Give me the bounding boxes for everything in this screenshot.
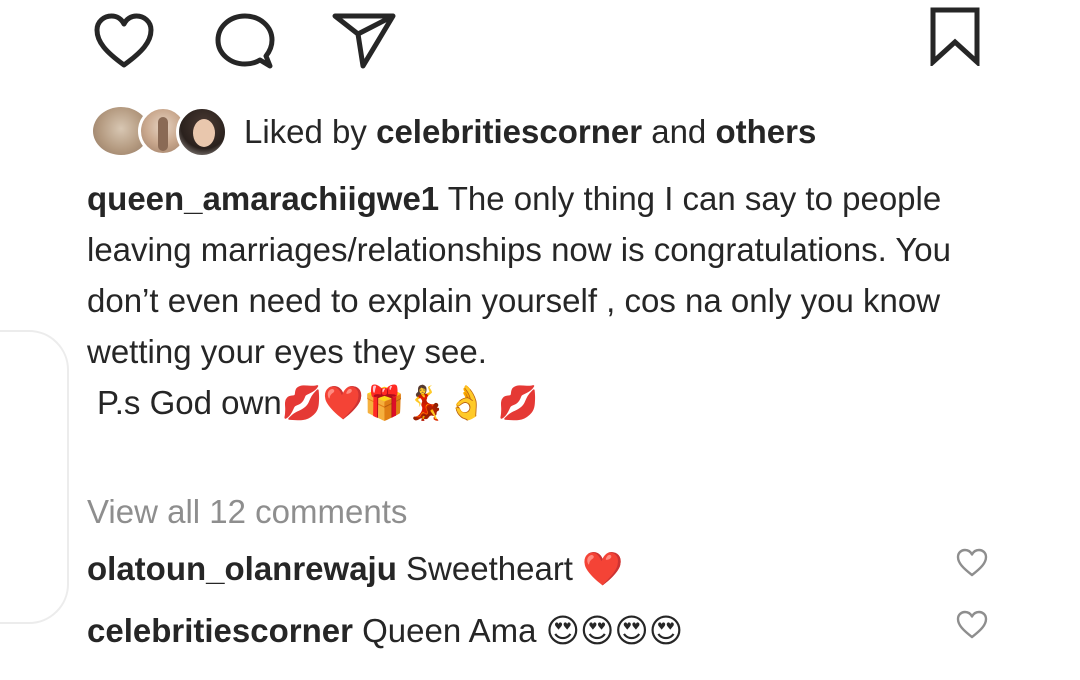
comment-row: olatoun_olanrewaju Sweetheart ❤️ [87,547,623,591]
comment-emoji: 😍😍😍😍 [545,611,684,650]
likes-summary[interactable]: Liked by celebritiescorner and others [90,104,816,160]
caption-ps-text: P.s God own [97,384,282,421]
comment-like-button[interactable] [955,547,989,579]
share-button[interactable] [331,10,397,70]
heart-icon [94,13,154,68]
likes-connector: and [642,113,716,150]
comment-username[interactable]: celebritiescorner [87,612,353,649]
likes-text: Liked by celebritiescorner and others [244,112,816,152]
comment-row: celebritiescorner Queen Ama 😍😍😍😍 [87,609,683,653]
caption-username[interactable]: queen_amarachiigwe1 [87,180,439,217]
heart-icon [956,548,988,577]
comment-button[interactable] [213,12,277,72]
avatar [176,106,228,158]
save-button[interactable] [928,6,982,66]
comment-emoji: ❤️ [582,549,624,588]
caption-ps: P.s God own💋❤️🎁💃👌 💋 [87,377,957,428]
comment-text: Queen Ama [352,612,546,649]
side-panel-edge[interactable] [0,330,69,624]
comment-bubble-icon [215,13,275,69]
paper-plane-icon [332,13,396,69]
caption-ps-emojis: 💋❤️🎁💃👌 💋 [281,383,539,422]
likes-user[interactable]: celebritiescorner [376,113,642,150]
avatar-face [193,119,215,147]
liker-avatars [90,104,230,160]
view-all-comments-link[interactable]: View all 12 comments [87,490,407,534]
post-caption: queen_amarachiigwe1 The only thing I can… [87,173,957,428]
likes-others[interactable]: others [715,113,816,150]
bookmark-icon [930,7,980,66]
like-button[interactable] [92,12,156,70]
comment-username[interactable]: olatoun_olanrewaju [87,550,397,587]
avatar-figure [158,117,168,151]
comment-text: Sweetheart [396,550,583,587]
comment-like-button[interactable] [955,609,989,641]
heart-icon [956,610,988,639]
post-footer: Liked by celebritiescorner and others qu… [0,0,1080,680]
likes-prefix: Liked by [244,113,377,150]
